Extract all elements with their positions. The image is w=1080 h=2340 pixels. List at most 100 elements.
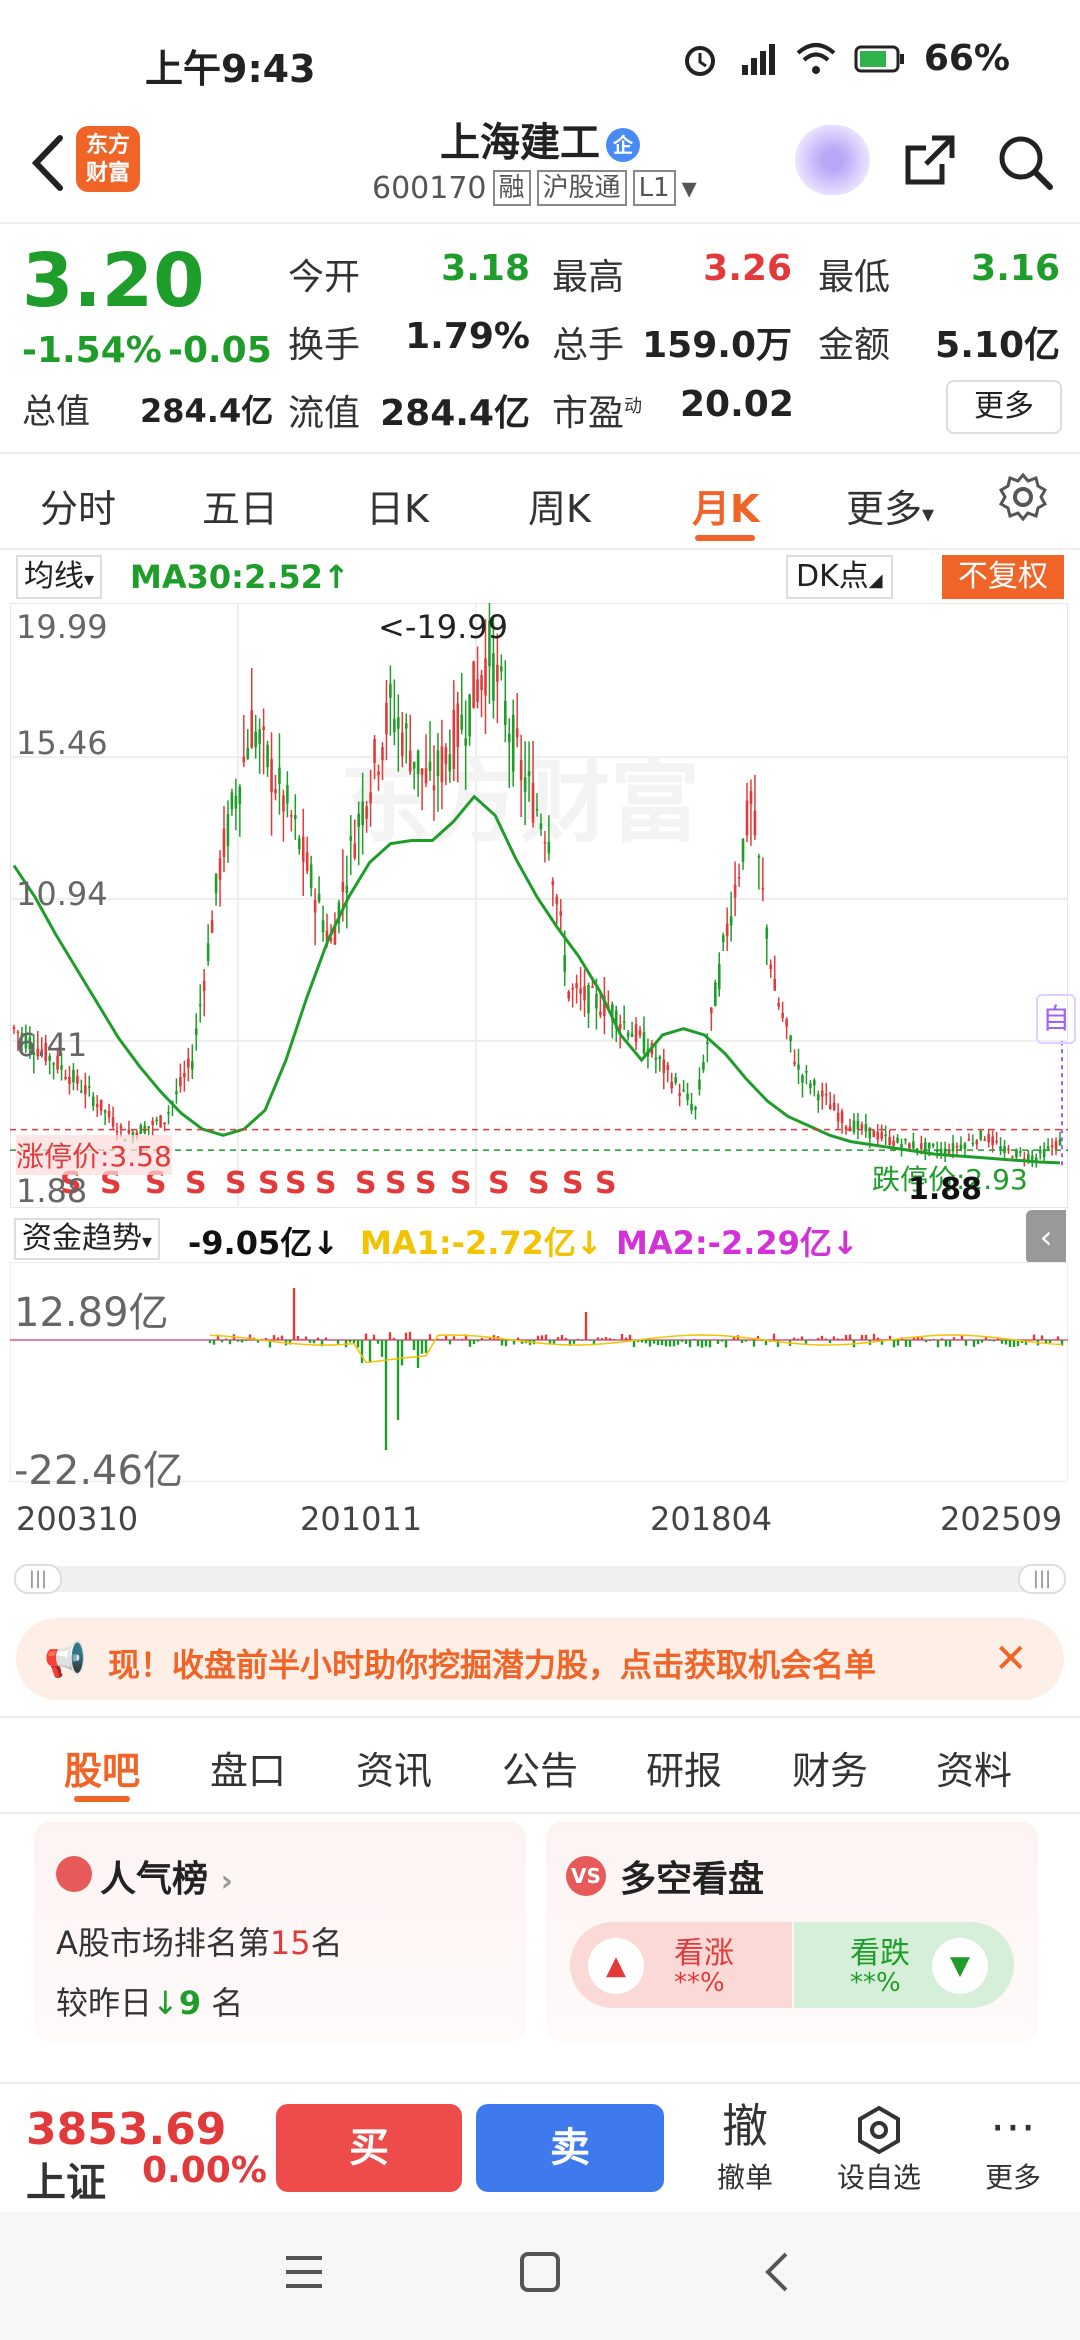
more-quote-button[interactable]: 更多 [946, 380, 1062, 434]
candle-body [971, 1142, 975, 1145]
candle-body [991, 1136, 994, 1146]
candle-body [155, 1119, 158, 1122]
candle-body [163, 1122, 166, 1125]
candle-body [995, 1140, 998, 1143]
gear-icon[interactable] [998, 472, 1048, 522]
tab-intraday[interactable]: 分时 [40, 478, 116, 533]
close-icon[interactable]: ✕ [994, 1636, 1028, 1682]
range-handle-right[interactable]: ||| [1018, 1564, 1066, 1594]
candle-body [424, 768, 428, 784]
candle-body [119, 1125, 123, 1129]
candle-body [559, 911, 563, 916]
candle-body [860, 1124, 864, 1129]
add-watchlist-button[interactable]: 设自选 [824, 2096, 934, 2196]
tab-weekly-k[interactable]: 周K [528, 478, 591, 533]
tab-guba[interactable]: 股吧 [64, 1740, 140, 1795]
triangle-up-icon[interactable]: ▲ [588, 1938, 644, 1994]
x-tick: 202509 [940, 1500, 1063, 1538]
candle-body [912, 1141, 915, 1149]
ma-select[interactable]: 均线▾ [16, 555, 103, 599]
candle-body [210, 920, 214, 933]
candle-body [515, 728, 519, 738]
candle-body [852, 1120, 856, 1133]
tab-more[interactable]: 更多▾ [846, 478, 934, 533]
candle-body [464, 738, 467, 746]
candle-body [99, 1099, 103, 1111]
candle-body [353, 843, 357, 858]
candle-body [68, 1076, 71, 1085]
menu-icon[interactable] [282, 2252, 326, 2292]
search-icon[interactable] [995, 132, 1055, 192]
candle-body [484, 658, 487, 696]
candle-body [777, 1002, 780, 1007]
candle-body [527, 771, 531, 777]
adjust-toggle[interactable]: 不复权 [942, 555, 1064, 599]
tab-news[interactable]: 资讯 [356, 1740, 432, 1795]
x-tick: 201804 [650, 1500, 773, 1538]
promo-text[interactable]: 现！收盘前半小时助你挖掘潜力股，点击获取机会名单 [108, 1640, 968, 1686]
signal-icon [741, 43, 775, 75]
tab-monthly-k[interactable]: 月K [692, 478, 759, 533]
range-handle-left[interactable]: ||| [14, 1564, 62, 1594]
candle-body [793, 1061, 796, 1065]
chart-range-scrollbar[interactable] [14, 1566, 1066, 1592]
candle-body [820, 1090, 824, 1097]
tab-finance[interactable]: 财务 [792, 1740, 868, 1795]
buy-button[interactable]: 买 [276, 2104, 462, 2192]
cancel-order-button[interactable]: 撤 撤单 [690, 2096, 800, 2196]
candle-body [151, 1120, 154, 1126]
candle-body [1054, 1140, 1058, 1150]
x-tick: 200310 [16, 1500, 139, 1538]
candle-body [519, 760, 523, 781]
ai-assistant-icon[interactable] [795, 125, 870, 195]
candle-body [313, 900, 317, 913]
candle-body [844, 1126, 848, 1129]
tab-pankou[interactable]: 盘口 [210, 1740, 286, 1795]
candle-body [214, 874, 218, 893]
candle-body [507, 733, 511, 743]
candle-body [262, 726, 265, 730]
candle-body [801, 1075, 804, 1083]
more-actions-button[interactable]: ⋯ 更多 [958, 2096, 1068, 2196]
sell-marker: S [258, 1166, 280, 1201]
total-cap-label: 总值 [22, 392, 90, 432]
kline-chart[interactable]: 东方财富S S S S S S S S S S S S S S S S [10, 603, 1068, 1208]
candle-body [749, 791, 753, 805]
tab-five-day[interactable]: 五日 [202, 478, 278, 533]
home-icon[interactable] [518, 2250, 562, 2294]
candle-body [920, 1143, 923, 1150]
candle-body [713, 982, 717, 1007]
candle-body [266, 744, 269, 768]
bearish-label: 看跌 [850, 1936, 910, 1971]
candle-body [1030, 1155, 1034, 1160]
triangle-down-icon[interactable]: ▼ [932, 1938, 988, 1994]
back-icon[interactable] [758, 2250, 798, 2294]
fund-flow-select[interactable]: 资金趋势▾ [14, 1218, 161, 1260]
index-value[interactable]: 3853.69 [26, 2104, 226, 2155]
self-draw-button[interactable]: 自 [1036, 994, 1076, 1044]
candle-body [892, 1140, 895, 1146]
candle-body [282, 795, 285, 812]
candle-body [765, 927, 769, 939]
collapse-panel-button[interactable]: ‹ [1026, 1210, 1066, 1264]
dk-point-select[interactable]: DK点◢ [786, 555, 893, 599]
candle-body [317, 893, 321, 902]
chevron-right-icon: › [220, 1864, 233, 1899]
candle-body [864, 1124, 868, 1132]
candle-body [496, 664, 499, 682]
candle-body [404, 723, 408, 729]
candle-body [721, 935, 725, 943]
sell-button[interactable]: 卖 [476, 2104, 664, 2192]
candle-body [397, 717, 400, 729]
share-icon[interactable] [902, 132, 958, 188]
tab-announcements[interactable]: 公告 [502, 1740, 578, 1795]
tab-profile[interactable]: 资料 [936, 1740, 1012, 1795]
index-name[interactable]: 上证 [26, 2150, 106, 2208]
tab-research[interactable]: 研报 [646, 1740, 722, 1795]
tab-daily-k[interactable]: 日K [366, 478, 429, 533]
candle-body [618, 1024, 622, 1030]
candle-body [428, 761, 432, 771]
stock-code-row[interactable]: 600170 融 沪股通 L1 ▾ [372, 170, 697, 206]
candle-body [773, 978, 777, 991]
candle-body [198, 1004, 202, 1007]
